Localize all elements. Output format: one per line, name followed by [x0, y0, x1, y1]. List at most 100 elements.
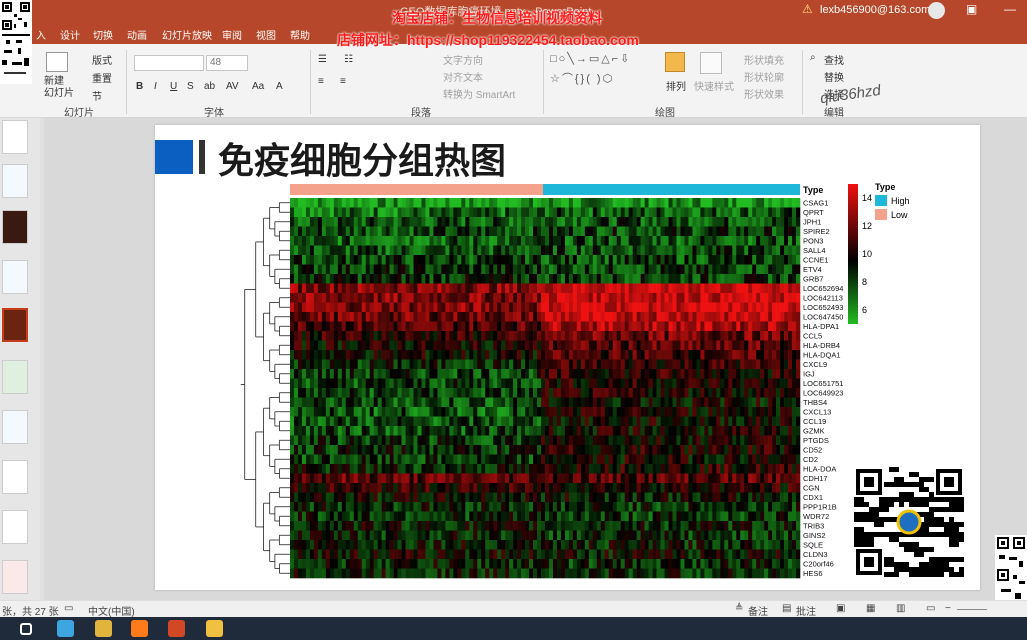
align-left-icon[interactable]: ≡ — [318, 76, 324, 87]
tab-7[interactable]: 帮助 — [290, 27, 310, 42]
slide-thumbnail[interactable] — [2, 560, 28, 594]
arrange-button[interactable]: 排列 — [666, 78, 686, 93]
heatmap-cell — [445, 350, 450, 360]
strikethrough-icon[interactable]: ab — [204, 81, 215, 92]
shadow-icon[interactable]: S — [187, 81, 194, 92]
heatmap-cell — [624, 502, 629, 512]
heatmap-cell — [445, 483, 450, 493]
new-slide-button[interactable]: 新建 幻灯片 — [44, 76, 74, 100]
warning-icon[interactable]: ⚠ — [802, 2, 813, 16]
heatmap-cell — [469, 521, 474, 531]
shapes-gallery-row2[interactable]: ☆⌒{}( )⬡ — [550, 70, 660, 86]
heatmap-cell — [501, 207, 506, 218]
font-size-combo[interactable]: 48 — [206, 55, 248, 71]
find-icon[interactable]: ⌕ — [810, 52, 816, 63]
heatmap-cell — [461, 388, 466, 398]
slide-thumbnail[interactable] — [2, 510, 28, 544]
heatmap-cell — [321, 321, 327, 332]
underline-icon[interactable]: U — [170, 81, 177, 92]
heatmap-cell — [290, 540, 295, 550]
heatmap-cell — [305, 388, 311, 398]
heatmap-cell — [317, 369, 323, 379]
shape-effects-button[interactable]: 形状效果 — [744, 86, 784, 101]
slide-thumbnail-active[interactable] — [2, 308, 28, 342]
heatmap-cell — [357, 407, 363, 417]
heatmap-cell — [596, 397, 602, 408]
bullets-icon[interactable]: ☰ — [318, 54, 327, 65]
heatmap-cell — [584, 350, 590, 360]
heatmap-cell — [461, 340, 466, 351]
tab-6[interactable]: 视图 — [256, 27, 276, 42]
slide-thumbnail[interactable] — [2, 460, 28, 494]
heatmap-cell — [752, 416, 757, 427]
reset-button[interactable]: 重置 — [92, 70, 112, 85]
shape-fill-button[interactable]: 形状填充 — [744, 52, 784, 67]
slide-thumbnail[interactable] — [2, 120, 28, 154]
heatmap-cell — [477, 236, 482, 246]
heatmap-cell — [652, 312, 657, 322]
tab-0[interactable]: 入 — [36, 27, 46, 42]
ribbon-display-icon[interactable]: ▣ — [966, 2, 977, 16]
heatmap-cell — [792, 530, 797, 541]
tab-2[interactable]: 切换 — [93, 27, 113, 42]
heatmap-cell — [732, 388, 737, 398]
slide-thumbnail[interactable] — [2, 360, 28, 394]
heatmap-cell — [576, 388, 582, 398]
quick-styles-icon[interactable] — [700, 52, 722, 74]
heatmap-cell — [572, 226, 578, 237]
tab-4[interactable]: 幻灯片放映 — [162, 27, 212, 42]
heatmap-cell — [688, 359, 693, 370]
heatmap-cell — [604, 255, 610, 265]
heatmap-cell — [381, 236, 386, 246]
heatmap-cell — [672, 350, 677, 360]
heatmap-cell — [425, 369, 430, 379]
tab-3[interactable]: 动画 — [127, 27, 147, 42]
tab-5[interactable]: 审阅 — [222, 27, 242, 42]
heatmap-cell — [341, 283, 347, 294]
tab-1[interactable]: 设计 — [60, 27, 80, 42]
heatmap-cell — [684, 264, 689, 275]
replace-button[interactable]: 替换 — [824, 69, 844, 84]
heatmap-cell — [497, 388, 502, 398]
char-spacing-icon[interactable]: AV — [226, 81, 239, 92]
text-direction-button[interactable]: 文字方向 — [443, 52, 483, 67]
heatmap-cell — [780, 236, 785, 246]
minimize-icon[interactable]: — — [1004, 2, 1016, 16]
heatmap-cell — [752, 540, 757, 550]
quick-styles-button[interactable]: 快速样式 — [694, 78, 734, 93]
find-button[interactable]: 查找 — [824, 52, 844, 67]
font-name-combo[interactable] — [134, 55, 204, 71]
numbering-icon[interactable]: ☷ — [344, 54, 353, 65]
heatmap-cell — [680, 407, 685, 417]
arrange-icon[interactable] — [665, 52, 685, 72]
heatmap-cell — [457, 369, 462, 379]
new-slide-icon[interactable] — [46, 52, 68, 72]
user-account[interactable]: lexb456900@163.com — [820, 4, 930, 16]
heatmap-cell — [481, 274, 486, 284]
shape-outline-button[interactable]: 形状轮廓 — [744, 69, 784, 84]
font-color-icon[interactable]: A — [276, 81, 283, 92]
section-button[interactable]: 节 — [92, 88, 102, 103]
heatmap-cell — [493, 388, 498, 398]
heatmap-cell — [756, 264, 761, 275]
align-text-button[interactable]: 对齐文本 — [443, 69, 483, 84]
bold-icon[interactable]: B — [136, 81, 143, 92]
heatmap-cell — [409, 511, 414, 522]
heatmap-cell — [449, 540, 454, 550]
heatmap-cell — [441, 454, 446, 465]
slide-thumbnail[interactable] — [2, 410, 28, 444]
layout-button[interactable]: 版式 — [92, 52, 112, 67]
smartart-button[interactable]: 转换为 SmartArt — [443, 86, 515, 101]
align-center-icon[interactable]: ≡ — [340, 76, 346, 87]
change-case-icon[interactable]: Aa — [252, 81, 264, 92]
slide-thumbnail[interactable] — [2, 164, 28, 198]
slide-thumbnail[interactable] — [2, 260, 28, 294]
slide-thumbnail[interactable] — [2, 210, 28, 244]
heatmap-cell — [604, 302, 610, 313]
shapes-gallery[interactable]: □○╲→▭△⌐⇩ — [550, 52, 660, 65]
italic-icon[interactable]: I — [154, 81, 157, 92]
slide-title[interactable]: 免疫细胞分组热图 — [218, 132, 506, 184]
avatar[interactable] — [928, 2, 945, 19]
heatmap-cell — [461, 331, 466, 341]
heatmap-cell — [449, 445, 454, 455]
